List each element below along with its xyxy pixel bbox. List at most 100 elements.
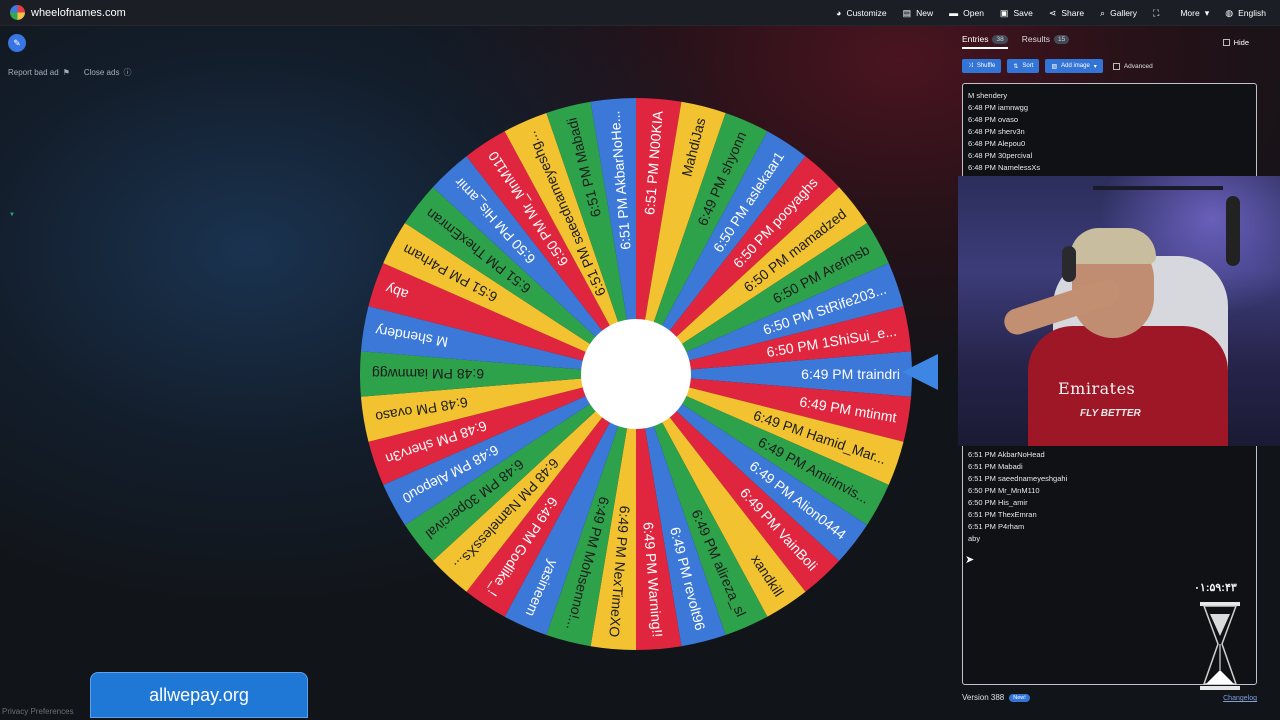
menu-item-gallery[interactable]: ⌕ Gallery	[1100, 8, 1137, 19]
entry-line: 6:50 PM His_amir	[968, 498, 1028, 507]
main-menu: ◕ Customize ▤ New ▬ Open ▣ Save ⋖ Share ⌕ Gallery ⛶ M…	[836, 0, 1266, 26]
entry-line: 6:48 PM ovaso	[968, 115, 1019, 124]
entry-line: 6:51 PM AkbarNoHead	[968, 450, 1045, 459]
save-icon: ▣	[999, 7, 1009, 18]
document-icon: ▤	[902, 7, 912, 18]
entry-line: 6:51 PM P4rham	[968, 522, 1025, 531]
menu-item-share[interactable]: ⋖ Share	[1049, 8, 1084, 19]
mouse-cursor-icon: ➤	[965, 554, 975, 566]
hide-checkbox-box[interactable]	[1222, 39, 1230, 46]
privacy-preferences-link[interactable]: Privacy Preferences	[2, 707, 74, 716]
flag-icon: ⚑	[62, 68, 70, 77]
sponsor-banner[interactable]: allwepay.org	[90, 672, 308, 718]
entry-line: 6:51 PM Mabadi	[968, 462, 1023, 471]
top-navbar: wheelofnames.com ◕ Customize ▤ New ▬ Open ▣ Sav…	[0, 0, 1280, 26]
entry-line: M shendery	[968, 91, 1008, 100]
shuffle-label: Shuffle	[976, 63, 996, 69]
close-ads-label: Close ads	[83, 68, 120, 77]
webcam-guitar	[1226, 196, 1240, 266]
menu-item-english[interactable]: ◍ English	[1225, 8, 1266, 19]
advanced-checkbox[interactable]: Advanced	[1112, 62, 1153, 70]
entry-line: 6:51 PM ThexEmran	[968, 510, 1037, 519]
menu-item-label: Share	[1061, 8, 1085, 18]
tab-results-label: Results	[1021, 34, 1051, 44]
webcam-overlay: Emirates FLY BETTER	[958, 176, 1280, 446]
entry-line: 6:48 PM iamnwgg	[968, 103, 1029, 112]
report-bad-ad-link[interactable]: Report bad ad ⚑	[8, 67, 70, 78]
tab-results[interactable]: Results 15	[1022, 34, 1070, 49]
wheel-center-hub[interactable]	[581, 319, 691, 429]
version-info: Version 388 New!	[962, 693, 1030, 702]
sort-button[interactable]: ⇅ Sort	[1007, 59, 1040, 73]
image-icon: ▨	[1051, 63, 1058, 70]
menu-item-more[interactable]: More ▾	[1180, 8, 1209, 19]
advanced-label: Advanced	[1123, 62, 1153, 70]
shirt-slogan-text: FLY BETTER	[1080, 408, 1141, 419]
sort-label: Sort	[1022, 63, 1034, 69]
menu-item-label: Open	[963, 8, 984, 18]
tab-entries-label: Entries	[962, 34, 989, 44]
webcam-shelf	[1093, 186, 1223, 190]
headphone-icon	[1062, 246, 1076, 282]
hide-label: Hide	[1233, 38, 1249, 47]
entry-line: aby	[968, 534, 981, 543]
wheel-of-names[interactable]: 6:49 PM traindri6:49 PM mtinmt6:49 PM Ha…	[358, 92, 914, 652]
chevron-down-icon: ▾	[1093, 63, 1097, 70]
report-bad-ad-label: Report bad ad	[8, 68, 59, 77]
ad-links: Report bad ad ⚑ Close ads ⓘ	[8, 67, 131, 78]
wheel-container[interactable]: 6:49 PM traindri 6:49 PM mtinmt 6:49 PM Ha…	[358, 92, 914, 652]
hide-checkbox[interactable]: Hide	[1222, 38, 1249, 47]
search-icon: ⌕	[1100, 7, 1106, 18]
new-badge: New!	[1009, 693, 1030, 702]
folder-icon: ▬	[949, 8, 959, 18]
info-icon: ⓘ	[123, 68, 132, 77]
entry-line: 6:48 PM Alepou0	[968, 139, 1026, 148]
wheel-pointer-arrow	[902, 354, 938, 390]
version-label: Version 388	[962, 693, 1005, 702]
entries-list-top: M shendery 6:48 PM iamnwgg 6:48 PM ovaso 6:…	[963, 90, 1040, 174]
menu-item-label: Customize	[846, 8, 887, 18]
menu-item-label: New	[916, 8, 934, 18]
site-logo[interactable]: wheelofnames.com	[10, 5, 126, 20]
entry-line: 6:51 PM saeednameyeshgahi	[968, 474, 1068, 483]
advanced-checkbox-box[interactable]	[1112, 62, 1120, 70]
sort-icon: ⇅	[1013, 63, 1019, 70]
menu-item-new[interactable]: ▤ New	[903, 8, 934, 19]
shuffle-icon: ⤨	[968, 62, 973, 69]
wheel-segment-label: 6:48 PM iamnwgg	[372, 366, 484, 382]
entry-line: 6:48 PM NamelessXs	[968, 163, 1041, 172]
menu-item-fullscreen[interactable]: ⛶	[1153, 8, 1164, 19]
webcam-cap	[1070, 228, 1156, 264]
panel-tabs: Entries 38 Results 15	[962, 34, 1070, 49]
menu-item-label: More	[1180, 8, 1200, 18]
menu-item-save[interactable]: ▣ Save	[1000, 8, 1033, 19]
shuffle-button[interactable]: ⤨ Shuffle	[962, 59, 1002, 73]
changelog-link[interactable]: Changelog	[1223, 695, 1257, 702]
countdown-timer: ۰۱:۵۹:۴۳	[1194, 582, 1237, 594]
entries-list-bottom: 6:51 PM AkbarNoHead 6:51 PM Mabadi 6:51 PM…	[963, 449, 1067, 545]
status-dot-icon: ▼	[9, 212, 15, 218]
entries-count-badge: 38	[992, 34, 1008, 44]
menu-item-label: Gallery	[1110, 8, 1138, 18]
tab-entries[interactable]: Entries 38	[962, 34, 1008, 49]
edit-pencil-button[interactable]: ✎	[8, 34, 26, 52]
menu-item-label: English	[1238, 8, 1266, 18]
entry-line: 6:48 PM sherv3n	[968, 127, 1025, 136]
menu-item-open[interactable]: ▬ Open	[949, 8, 984, 18]
palette-icon: ◕	[836, 8, 842, 18]
chevron-down-icon: ▾	[1204, 7, 1210, 18]
wheel-segment-label: 6:49 PM traindri	[801, 366, 900, 382]
entries-toolbar: ⤨ Shuffle ⇅ Sort ▨ Add image ▾ Advanced	[962, 59, 1153, 73]
add-image-button[interactable]: ▨ Add image ▾	[1045, 59, 1103, 73]
fullscreen-icon: ⛶	[1153, 7, 1160, 18]
site-name: wheelofnames.com	[31, 6, 126, 19]
pencil-icon: ✎	[13, 37, 21, 48]
menu-item-customize[interactable]: ◕ Customize	[836, 8, 887, 18]
menu-item-label: Save	[1013, 8, 1033, 18]
close-ads-link[interactable]: Close ads ⓘ	[84, 67, 132, 78]
globe-icon: ◍	[1225, 7, 1234, 18]
wheel-logo-icon	[10, 5, 25, 20]
entry-line: 6:48 PM 30percival	[968, 151, 1033, 160]
entry-line: 6:50 PM Mr_MnM110	[968, 486, 1040, 495]
results-count-badge: 15	[1054, 34, 1070, 44]
